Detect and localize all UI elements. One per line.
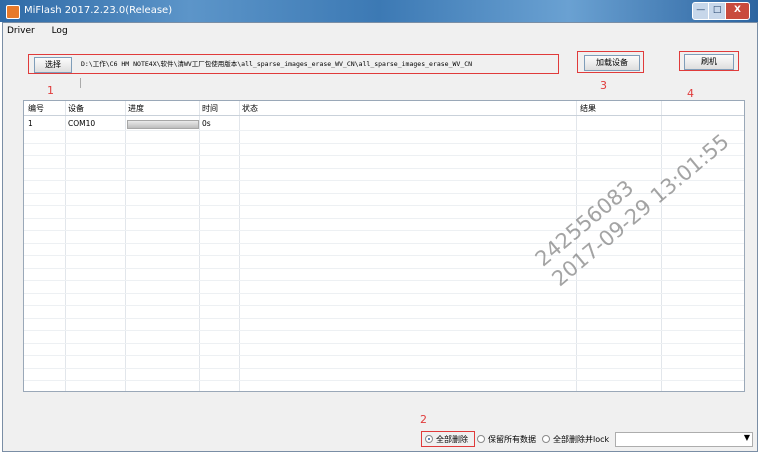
radio-keep-data-label[interactable]: 保留所有数据 — [488, 434, 536, 445]
device-table[interactable]: 编号 设备 进度 时间 状态 结果 1 COM10 0s — [23, 100, 745, 392]
option-combo[interactable]: ▼ — [615, 432, 753, 447]
load-devices-button[interactable]: 加载设备 — [584, 55, 640, 71]
column-divider — [24, 101, 66, 391]
row-line — [24, 292, 744, 294]
row-line — [24, 280, 744, 281]
menu-driver[interactable]: Driver — [7, 26, 35, 36]
close-button[interactable]: X — [725, 3, 749, 19]
row-device: COM10 — [68, 119, 96, 128]
radio-erase-all[interactable] — [425, 435, 433, 443]
row-line — [24, 267, 744, 269]
row-line — [24, 242, 744, 244]
annotation-number-4: 4 — [687, 87, 694, 100]
minimize-button[interactable]: — — [693, 3, 710, 19]
row-line — [24, 255, 744, 256]
row-time: 0s — [202, 119, 211, 128]
radio-keep-data[interactable] — [477, 435, 485, 443]
window-title: MiFlash 2017.2.23.0(Release) — [24, 5, 173, 16]
flash-button[interactable]: 刷机 — [684, 54, 734, 70]
row-line — [24, 380, 744, 381]
annotation-number-2: 2 — [420, 413, 427, 426]
row-line — [24, 342, 744, 344]
row-line — [24, 155, 744, 156]
column-divider — [125, 101, 200, 391]
header-status[interactable]: 状态 — [242, 103, 258, 114]
header-id[interactable]: 编号 — [28, 103, 44, 114]
app-icon — [6, 5, 20, 19]
row-line — [24, 330, 744, 331]
header-device[interactable]: 设备 — [68, 103, 84, 114]
chevron-down-icon[interactable]: ▼ — [744, 433, 750, 442]
row-line — [24, 130, 744, 131]
row-line — [24, 317, 744, 319]
radio-erase-lock-label[interactable]: 全部删除并lock — [553, 434, 609, 445]
row-line — [24, 355, 744, 356]
header-progress[interactable]: 进度 — [128, 103, 144, 114]
column-divider — [239, 101, 577, 391]
row-line — [24, 305, 744, 306]
row-progress-bar — [127, 120, 199, 129]
radio-erase-lock[interactable] — [542, 435, 550, 443]
header-result[interactable]: 结果 — [580, 103, 596, 114]
header-separator — [24, 115, 744, 116]
row-line — [24, 142, 744, 144]
maximize-button[interactable]: □ — [709, 3, 726, 19]
menu-bar: Driver Log — [7, 26, 82, 40]
divider — [80, 78, 81, 88]
window-controls: — □ X — [692, 2, 750, 20]
path-field[interactable]: D:\工作\C6 HM NOTE4X\软件\清WV工厂包使用版本\all_spa… — [81, 58, 472, 68]
annotation-number-1: 1 — [47, 84, 54, 97]
header-time[interactable]: 时间 — [202, 103, 218, 114]
row-id: 1 — [28, 119, 33, 128]
select-button[interactable]: 选择 — [34, 57, 72, 73]
annotation-number-3: 3 — [600, 79, 607, 92]
row-line — [24, 367, 744, 369]
radio-erase-all-label[interactable]: 全部删除 — [436, 434, 468, 445]
column-divider — [199, 101, 240, 391]
menu-log[interactable]: Log — [52, 26, 68, 36]
column-divider — [65, 101, 126, 391]
